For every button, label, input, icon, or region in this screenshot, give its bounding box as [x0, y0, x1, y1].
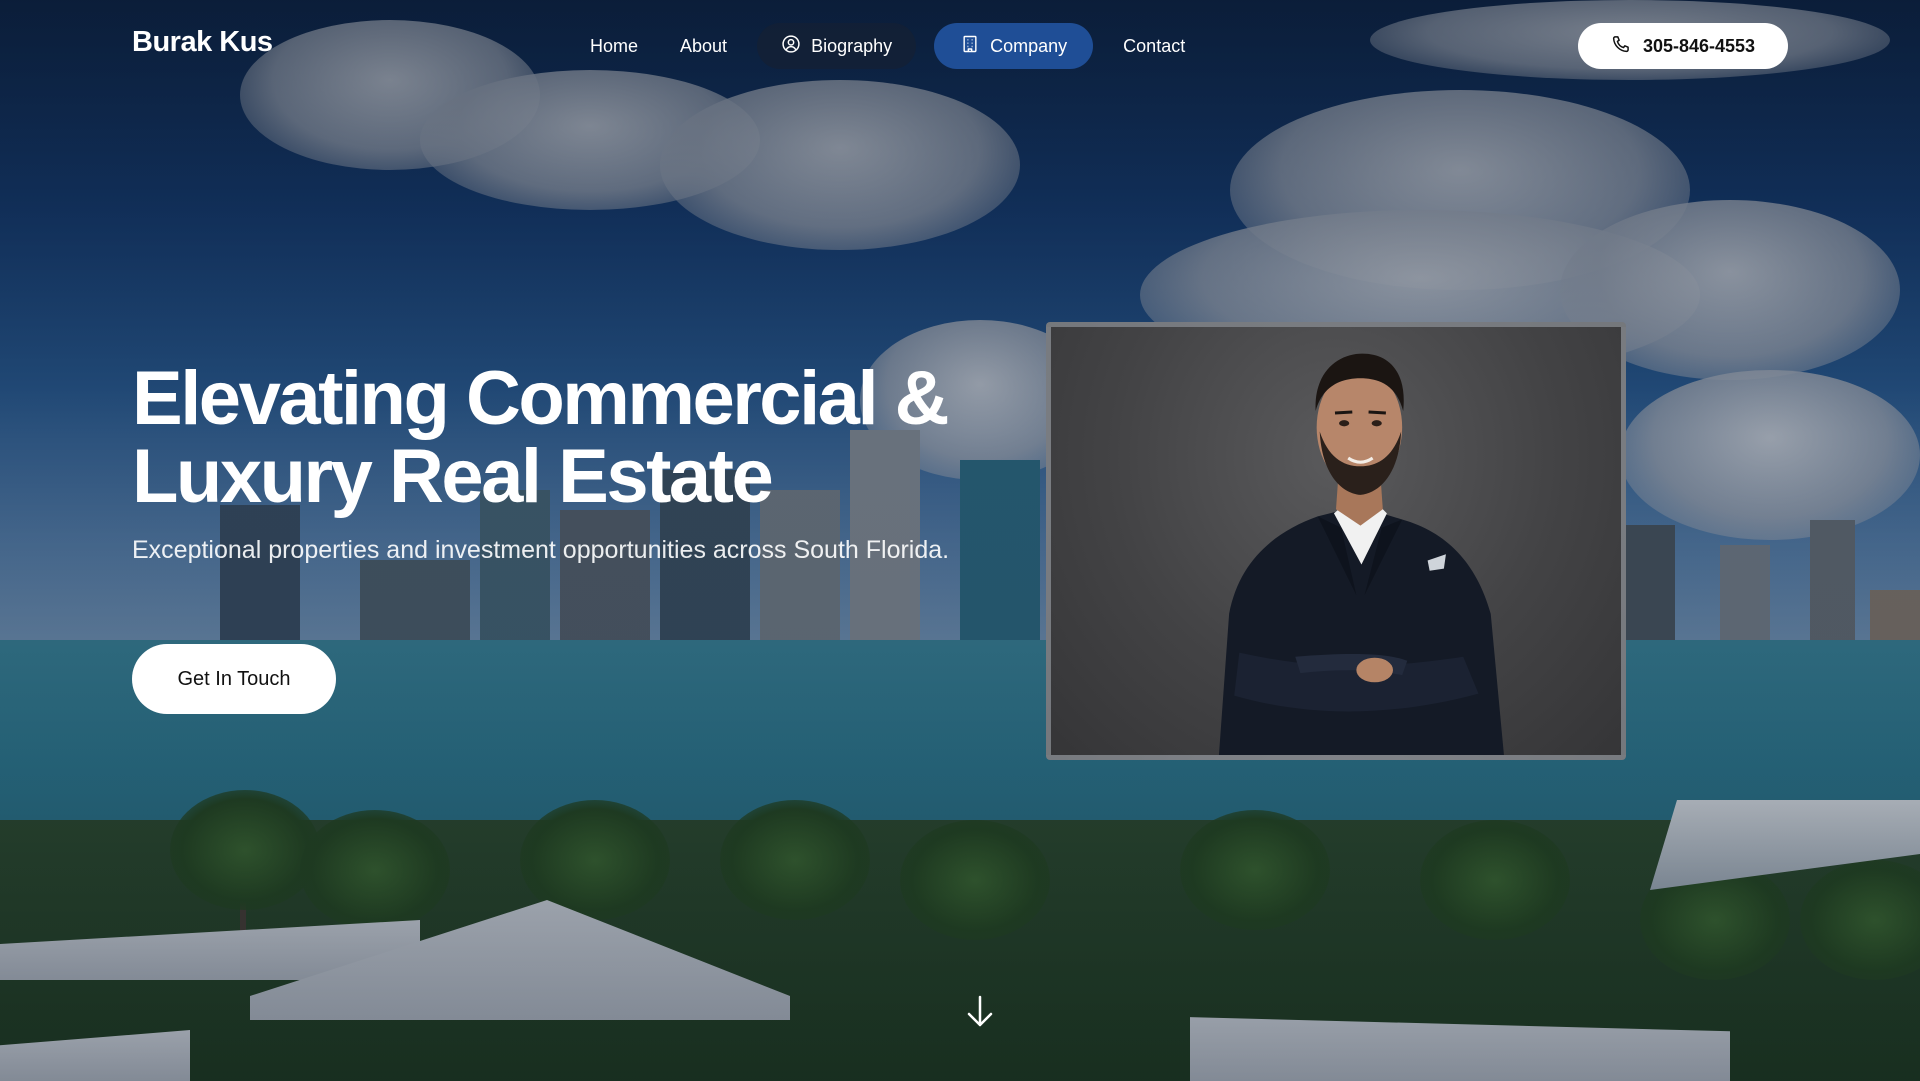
phone-button[interactable]: 305-846-4553	[1578, 23, 1788, 69]
hero-title-line-2: Luxury Real Estate	[132, 434, 774, 519]
phone-number: 305-846-4553	[1642, 35, 1756, 56]
user-circle-icon	[781, 34, 801, 59]
building-icon	[960, 34, 980, 59]
get-in-touch-button[interactable]: Get In Touch	[132, 644, 336, 714]
phone-icon	[1611, 34, 1631, 59]
nav-contact[interactable]: Contact	[1111, 23, 1197, 69]
nav-about-label: About	[680, 35, 728, 56]
nav-company[interactable]: Company	[934, 23, 1094, 69]
nav-biography-label: Biography	[811, 35, 893, 56]
nav-links: Home About Biography Company Contact	[578, 23, 1197, 69]
nav-contact-label: Contact	[1123, 35, 1186, 56]
hero-title-line-1: Elevating Commercial &	[132, 356, 950, 441]
hero-subtitle: Exceptional properties and investment op…	[132, 536, 950, 564]
arrow-down-icon[interactable]	[964, 994, 996, 1030]
nav-home-label: Home	[590, 35, 639, 56]
hero-title: Elevating Commercial & Luxury Real Estat…	[132, 360, 992, 516]
portrait-illustration	[1218, 353, 1504, 755]
nav-company-label: Company	[990, 35, 1068, 56]
brand-logo[interactable]: Burak Kus	[132, 26, 273, 59]
nav-about[interactable]: About	[668, 23, 739, 69]
top-navigation: Burak Kus Home About Biography Company C…	[0, 0, 1920, 92]
agent-portrait	[1046, 322, 1626, 760]
nav-biography[interactable]: Biography	[757, 23, 917, 69]
nav-home[interactable]: Home	[578, 23, 650, 69]
